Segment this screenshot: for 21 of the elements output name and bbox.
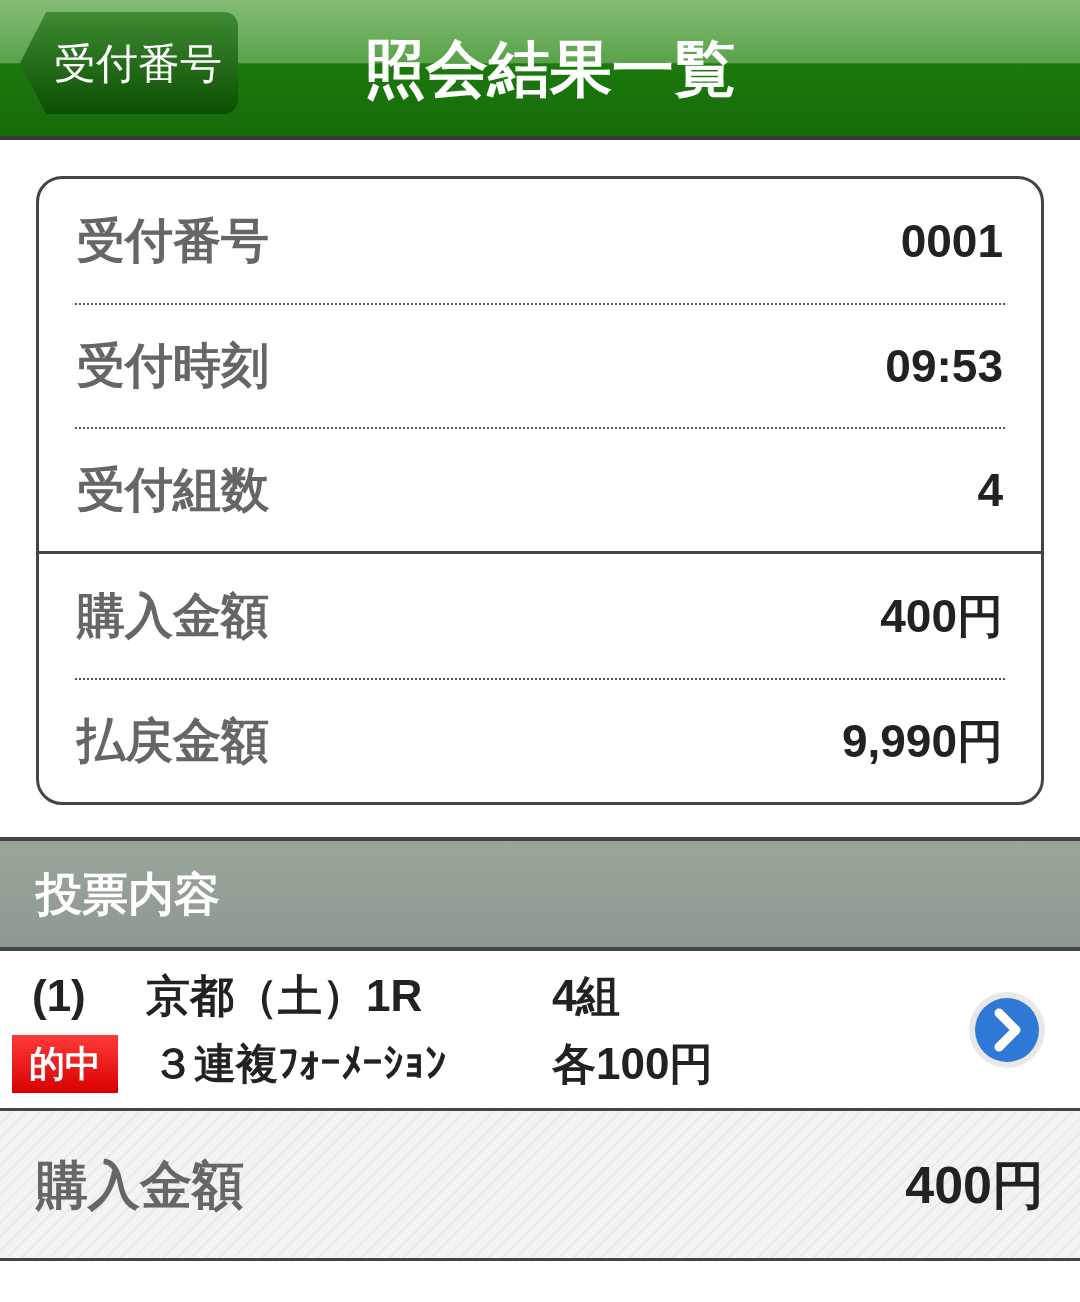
summary-label: 払戻金額 xyxy=(77,713,269,769)
race-name: 京都（土）1R xyxy=(145,969,424,1022)
summary-label: 受付組数 xyxy=(77,462,269,518)
bet-type: ３連複ﾌｫｰﾒｰｼｮﾝ xyxy=(151,1039,447,1089)
summary-label: 購入金額 xyxy=(77,588,269,644)
page-title: 照会結果一覧 xyxy=(364,32,736,105)
bet-number: (1) xyxy=(31,969,87,1022)
combination-count: 4組 xyxy=(551,969,622,1022)
summary-value: 400円 xyxy=(880,588,1003,644)
summary-label: 受付時刻 xyxy=(77,338,269,394)
summary-value: 0001 xyxy=(900,213,1003,269)
summary-label: 受付番号 xyxy=(77,213,269,269)
total-label: 購入金額 xyxy=(36,1154,244,1216)
section-title: 投票内容 xyxy=(36,866,220,922)
bet-amount: 各100円 xyxy=(551,1037,715,1090)
total-value: 400円 xyxy=(905,1154,1044,1216)
summary-value: 4 xyxy=(977,462,1003,518)
summary-value: 9,990円 xyxy=(841,713,1003,769)
back-button[interactable]: 受付番号 xyxy=(20,12,238,114)
summary-value: 09:53 xyxy=(885,338,1003,394)
hit-badge: 的中 xyxy=(12,1034,118,1093)
